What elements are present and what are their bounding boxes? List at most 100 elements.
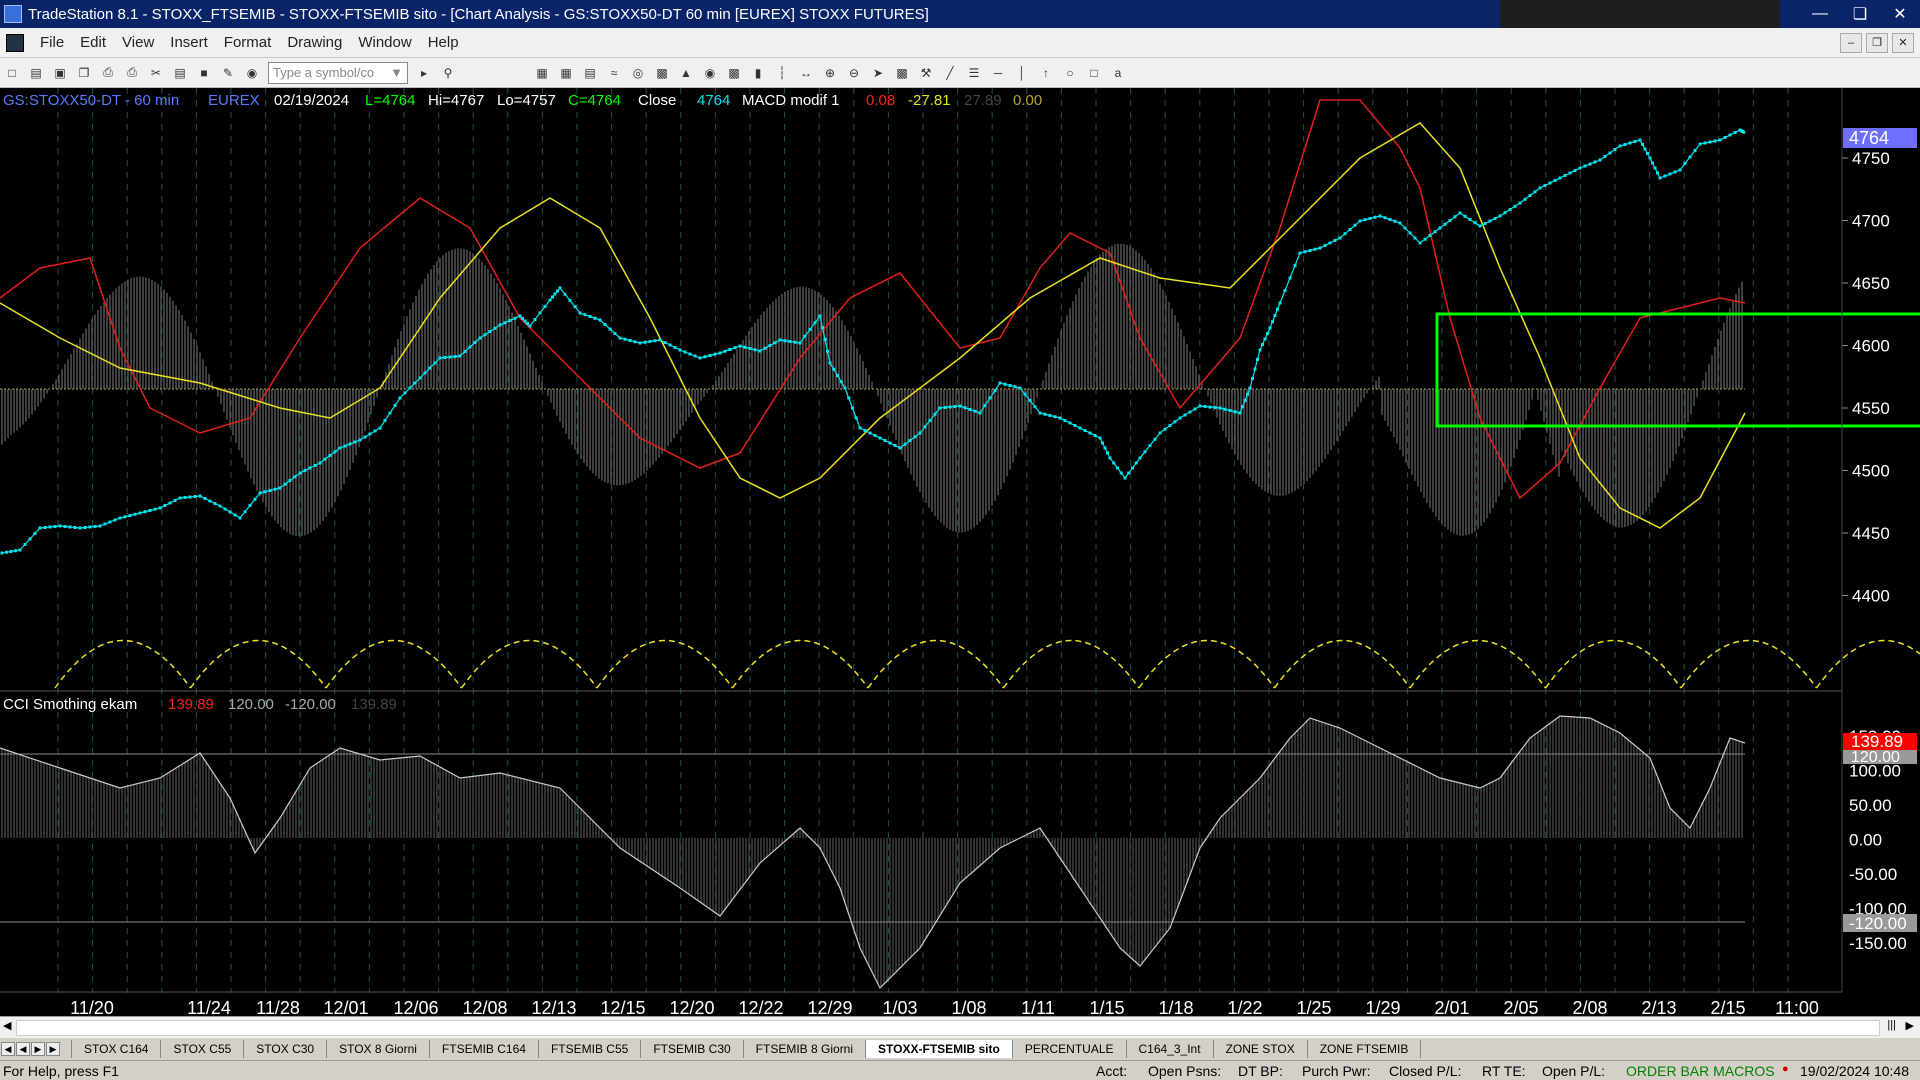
menu-help[interactable]: Help [420,34,467,51]
tab-prev-icon[interactable]: ◀ [16,1042,30,1056]
fib-icon[interactable]: ☰ [964,63,984,83]
date-tick-label: 2/15 [1710,998,1745,1016]
symbol-input[interactable]: Type a symbol/co ▼ [268,61,408,84]
tab-next-icon[interactable]: ▶ [31,1042,45,1056]
hline-icon[interactable]: ─ [988,63,1008,83]
close-icon[interactable]: ✕ [1880,0,1920,28]
tab-stox-c164[interactable]: STOX C164 [71,1040,162,1058]
price-dot [1728,133,1732,137]
menu-insert[interactable]: Insert [162,34,216,51]
print-icon[interactable]: ⎙ [98,63,118,83]
strategy-icon[interactable]: ▩ [724,63,744,83]
cut-icon[interactable]: ✂ [146,63,166,83]
tab-zone-ftsemib[interactable]: ZONE FTSEMIB [1306,1040,1422,1058]
pointer-icon[interactable]: ➤ [868,63,888,83]
bar-spacing-icon[interactable]: ↔ [796,63,816,83]
price-dot [1308,249,1312,252]
tab-first-icon[interactable]: ◀ [1,1042,15,1056]
tool-icon[interactable]: ⚒ [916,63,936,83]
scroll-grip-icon[interactable]: ||| [1887,1019,1896,1031]
tab-ftsemib-c30[interactable]: FTSEMIB C30 [640,1040,744,1058]
tab-zone-stox[interactable]: ZONE STOX [1212,1040,1308,1058]
chart-wave-icon[interactable]: ≈ [604,63,624,83]
lock-icon[interactable]: ■ [194,63,214,83]
header-close-label: Close [638,92,676,109]
brush-icon[interactable]: ✎ [218,63,238,83]
tab-stox-c30[interactable]: STOX C30 [243,1040,328,1058]
horizontal-scrollbar[interactable]: ◀ ||| ▶ [0,1016,1920,1038]
price-dot [1251,377,1254,380]
arrow-icon[interactable]: ↑ [1036,63,1056,83]
menu-format[interactable]: Format [216,34,280,51]
workspace-tabs: ◀ ◀ ▶ ▶ STOX C164 STOX C55 STOX C30 STOX… [0,1038,1920,1060]
save-icon[interactable]: ▣ [50,63,70,83]
mdi-close-icon[interactable]: ✕ [1892,32,1914,53]
scroll-thumb[interactable] [16,1020,1880,1036]
tab-ftsemib-c55[interactable]: FTSEMIB C55 [537,1040,642,1058]
price-dot [128,514,132,517]
chevron-down-icon[interactable]: ▼ [390,65,403,80]
menu-file[interactable]: File [32,34,72,51]
print-preview-icon[interactable]: ⎙ [122,63,142,83]
menu-window[interactable]: Window [350,34,419,51]
price-dot [1163,427,1167,431]
price-dot [273,487,277,491]
data-window-icon[interactable]: ▩ [892,63,912,83]
arrow-right-icon[interactable]: ▸ [414,63,434,83]
grid-icon[interactable]: ▦ [532,63,552,83]
bar-icon[interactable]: ▮ [748,63,768,83]
maximize-icon[interactable]: ❏ [1840,0,1880,28]
tab-last-icon[interactable]: ▶ [46,1042,60,1056]
chart-window-icon[interactable] [6,33,24,52]
globe-icon[interactable]: ◉ [242,63,262,83]
mdi-restore-icon[interactable]: ❐ [1866,32,1888,53]
minimize-icon[interactable]: — [1800,0,1840,28]
sheet-icon[interactable]: ▤ [580,63,600,83]
menu-edit[interactable]: Edit [72,34,114,51]
tab-ftsemib-c164[interactable]: FTSEMIB C164 [428,1040,539,1058]
radar-icon[interactable]: ◎ [628,63,648,83]
zoom-out-icon[interactable]: ⊖ [844,63,864,83]
text-icon[interactable]: a [1108,63,1128,83]
rectangle-icon[interactable]: □ [1084,63,1104,83]
price-dot [468,345,472,349]
alert-icon[interactable]: ▲ [676,63,696,83]
status-macros[interactable]: ORDER BAR MACROS [1626,1063,1775,1079]
signal-icon[interactable]: ◉ [700,63,720,83]
open-icon[interactable]: ▤ [26,63,46,83]
lookup-icon[interactable]: ⚲ [438,63,458,83]
price-dot [98,524,102,528]
tab-stox-c55[interactable]: STOX C55 [160,1040,245,1058]
price-dot [1658,176,1662,180]
vline-icon[interactable]: │ [1012,63,1032,83]
zoom-in-icon[interactable]: ⊕ [820,63,840,83]
last-price-tag-text: 4764 [1849,128,1889,148]
price-dot [1183,413,1187,417]
trendline-icon[interactable]: ╱ [940,63,960,83]
menu-view[interactable]: View [114,34,162,51]
tab-percentuale[interactable]: PERCENTUALE [1011,1040,1127,1058]
copy-icon[interactable]: ❐ [74,63,94,83]
price-tick-label: 4650 [1852,274,1890,293]
new-icon[interactable]: □ [2,63,22,83]
ellipse-icon[interactable]: ○ [1060,63,1080,83]
chart-area[interactable]: GS:STOXX50-DT - 60 min EUREX 02/19/2024 … [0,88,1920,1028]
mdi-minimize-icon[interactable]: – [1840,32,1862,53]
tab-c164-3-int[interactable]: C164_3_Int [1125,1040,1214,1058]
price-dot [668,343,672,347]
tab-ftsemib-8-giorni[interactable]: FTSEMIB 8 Giorni [742,1040,867,1058]
chart-canvas[interactable]: GS:STOXX50-DT - 60 min EUREX 02/19/2024 … [0,88,1920,1018]
scroll-left-icon[interactable]: ◀ [3,1019,11,1032]
tab-stox-8-giorni[interactable]: STOX 8 Giorni [326,1040,430,1058]
scroll-right-icon[interactable]: ▶ [1906,1019,1914,1032]
scanner-icon[interactable]: ▩ [652,63,672,83]
table-icon[interactable]: ▦ [556,63,576,83]
ohlc-icon[interactable]: ┆ [772,63,792,83]
status-open-pl: Open P/L: [1542,1063,1606,1079]
price-dot [14,549,17,553]
paste-icon[interactable]: ▤ [170,63,190,83]
date-tick-label: 2/01 [1434,998,1469,1016]
price-dot [493,326,497,330]
tab-stoxx-ftsemib-sito[interactable]: STOXX-FTSEMIB sito [865,1040,1013,1058]
menu-drawing[interactable]: Drawing [279,34,350,51]
